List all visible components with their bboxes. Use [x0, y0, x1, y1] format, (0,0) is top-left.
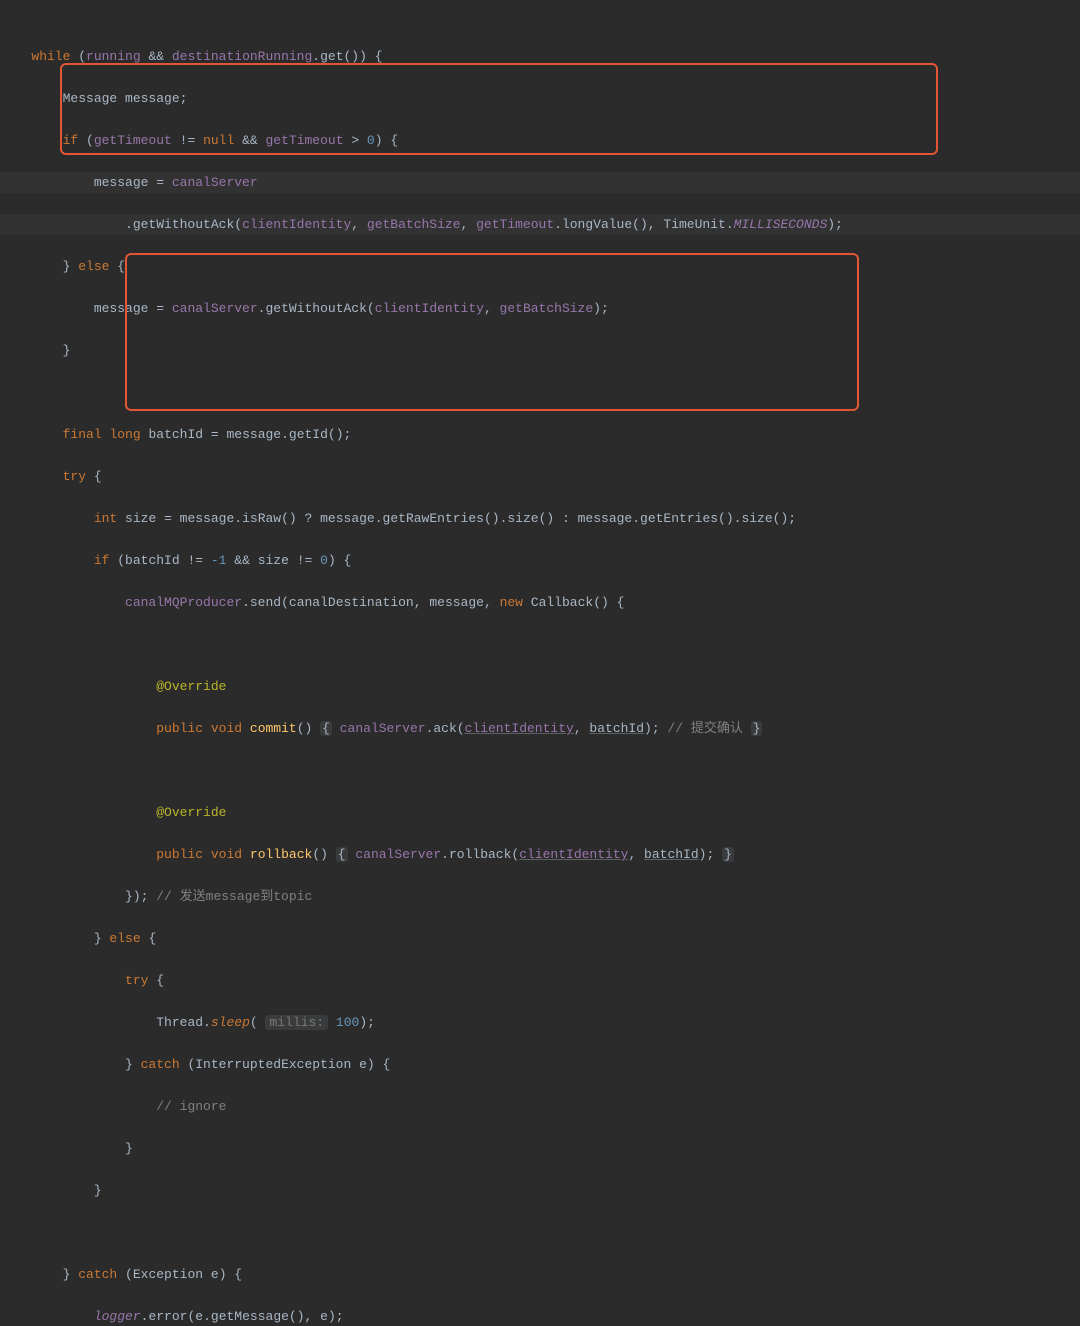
code-line: } — [0, 1180, 1080, 1201]
code-line: message = canalServer — [0, 172, 1080, 193]
code-line: // ignore — [0, 1096, 1080, 1117]
code-line: } catch (Exception e) { — [0, 1264, 1080, 1285]
code-line — [0, 760, 1080, 781]
code-line: Thread.sleep( millis: 100); — [0, 1012, 1080, 1033]
code-line: try { — [0, 970, 1080, 991]
code-line: final long batchId = message.getId(); — [0, 424, 1080, 445]
code-editor[interactable]: while (running && destinationRunning.get… — [0, 0, 1080, 1326]
code-line — [0, 634, 1080, 655]
code-line: } else { — [0, 928, 1080, 949]
code-line: } else { — [0, 256, 1080, 277]
code-line: Message message; — [0, 88, 1080, 109]
code-line: .getWithoutAck(clientIdentity, getBatchS… — [0, 214, 1080, 235]
code-line: try { — [0, 466, 1080, 487]
code-line: if (getTimeout != null && getTimeout > 0… — [0, 130, 1080, 151]
code-line: canalMQProducer.send(canalDestination, m… — [0, 592, 1080, 613]
code-line: } — [0, 1138, 1080, 1159]
code-line: message = canalServer.getWithoutAck(clie… — [0, 298, 1080, 319]
code-line: public void rollback() { canalServer.rol… — [0, 844, 1080, 865]
code-line: }); // 发送message到topic — [0, 886, 1080, 907]
code-line: logger.error(e.getMessage(), e); — [0, 1306, 1080, 1326]
code-line: } catch (InterruptedException e) { — [0, 1054, 1080, 1075]
code-line: } — [0, 340, 1080, 361]
code-line: @Override — [0, 676, 1080, 697]
code-line: public void commit() { canalServer.ack(c… — [0, 718, 1080, 739]
code-line: if (batchId != -1 && size != 0) { — [0, 550, 1080, 571]
code-line: @Override — [0, 802, 1080, 823]
code-line: int size = message.isRaw() ? message.get… — [0, 508, 1080, 529]
code-line — [0, 1222, 1080, 1243]
code-line — [0, 382, 1080, 403]
code-line: while (running && destinationRunning.get… — [0, 46, 1080, 67]
